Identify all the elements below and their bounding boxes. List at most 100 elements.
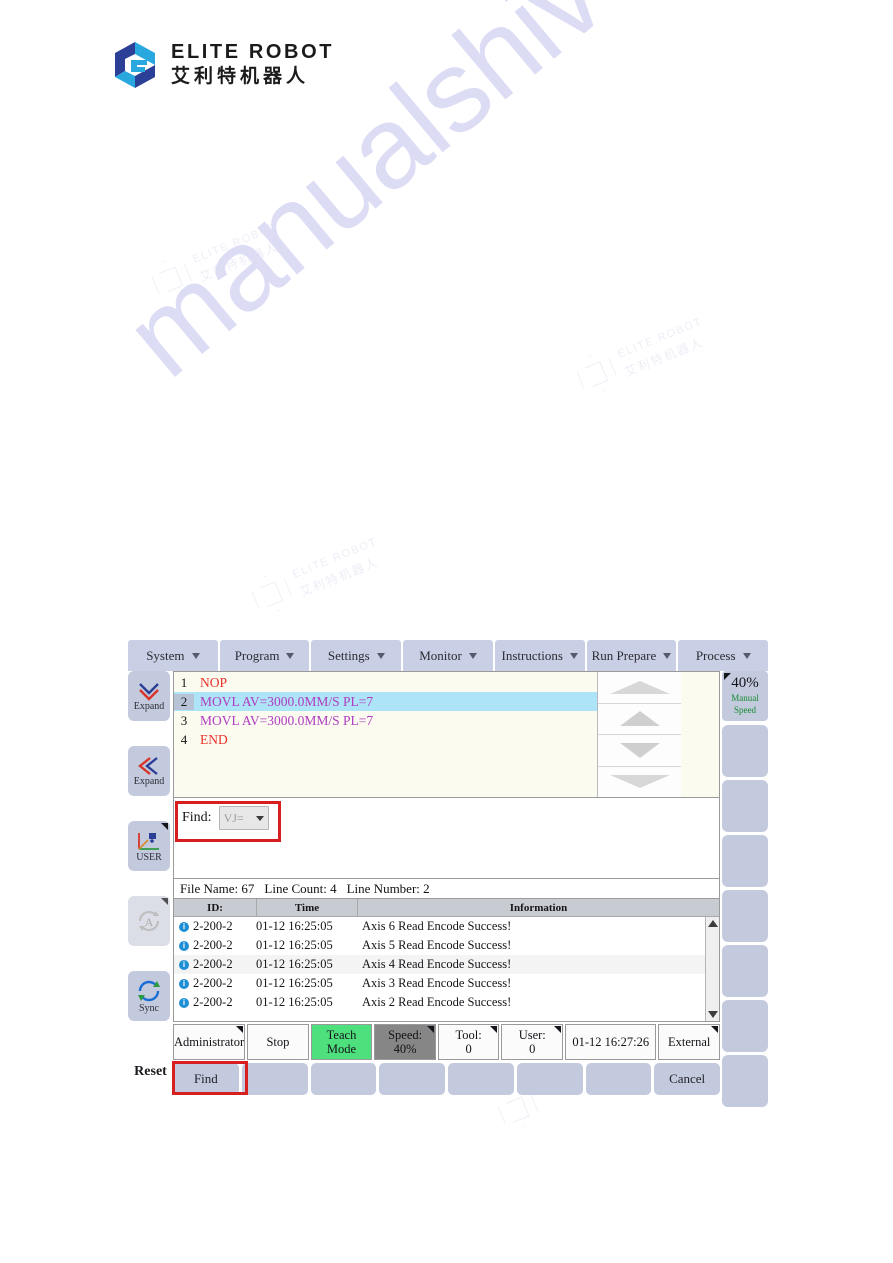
status-teach-mode-line2: Mode xyxy=(326,1042,357,1056)
status-tool[interactable]: Tool: 0 xyxy=(437,1024,500,1060)
program-line-selected[interactable]: 2 MOVL AV=3000.0MM/S PL=7 xyxy=(174,692,597,711)
status-external[interactable]: External xyxy=(658,1024,720,1060)
table-row[interactable]: i 2-200-2 01-12 16:25:05 Axis 4 Read Enco… xyxy=(174,955,705,974)
log-table: ID: Time Information i 2-200-2 01-12 16:2… xyxy=(173,899,720,1022)
info-icon: i xyxy=(179,940,189,951)
right-sidebar-button-5[interactable] xyxy=(722,945,768,997)
corner-marker-icon xyxy=(161,823,168,830)
program-line[interactable]: 1 NOP xyxy=(174,673,597,692)
status-speed[interactable]: Speed: 40% xyxy=(374,1024,436,1060)
program-line-code: END xyxy=(200,731,228,747)
status-speed-value: 40% xyxy=(393,1042,417,1056)
scrollbar-up-icon[interactable] xyxy=(707,920,718,927)
menu-settings[interactable]: Settings xyxy=(311,640,402,671)
log-col-information: Information xyxy=(509,901,568,914)
menu-instructions[interactable]: Instructions xyxy=(494,640,585,671)
info-icon: i xyxy=(179,978,189,989)
scrollbar-down-icon[interactable] xyxy=(707,1011,718,1018)
find-panel: Find: VJ= xyxy=(173,798,720,879)
program-lines: 1 NOP 2 MOVL AV=3000.0MM/S PL=7 3 MOVL A… xyxy=(174,672,597,797)
function-key-5[interactable] xyxy=(448,1063,514,1095)
svg-text:A: A xyxy=(145,915,154,929)
log-table-header: ID: Time Information xyxy=(174,899,719,917)
function-key-find[interactable]: Find xyxy=(173,1063,239,1095)
program-list[interactable]: 1 NOP 2 MOVL AV=3000.0MM/S PL=7 3 MOVL A… xyxy=(173,671,720,798)
scroll-page-down-button[interactable] xyxy=(598,766,681,797)
sidebar-item-expand-down[interactable]: Expand xyxy=(128,671,170,721)
manual-speed-indicator[interactable]: 40% Manual Speed xyxy=(722,671,768,721)
menu-system[interactable]: System xyxy=(128,640,218,671)
watermark-logo-en: ELITE ROBOT xyxy=(291,535,380,581)
sidebar-label-expand-left: Expand xyxy=(133,775,165,787)
function-key-6[interactable] xyxy=(516,1063,583,1095)
function-key-cancel[interactable]: Cancel xyxy=(654,1063,720,1095)
table-row[interactable]: i 2-200-2 01-12 16:25:05 Axis 6 Read Enco… xyxy=(174,917,705,936)
corner-marker-icon xyxy=(724,673,731,680)
program-line-number: 1 xyxy=(180,674,188,690)
status-run-state[interactable]: Stop xyxy=(247,1024,309,1060)
sidebar-label-user: USER xyxy=(136,851,162,863)
right-sidebar-button-4[interactable] xyxy=(722,890,768,942)
status-teach-mode[interactable]: Teach Mode xyxy=(310,1024,373,1060)
info-icon: i xyxy=(179,997,189,1008)
file-name-label: File Name: 67 xyxy=(180,880,255,896)
right-sidebar-button-6[interactable] xyxy=(722,1000,768,1052)
status-user-frame[interactable]: User: 0 xyxy=(501,1024,564,1060)
log-id: 2-200-2 xyxy=(193,995,233,1009)
elite-robot-logo-icon xyxy=(113,40,158,90)
menu-run-prepare-label: Run Prepare xyxy=(591,647,657,663)
status-datetime: 01-12 16:27:26 xyxy=(565,1024,657,1060)
program-line-number: 3 xyxy=(180,712,188,728)
log-time: 01-12 16:25:05 xyxy=(256,976,333,990)
table-row[interactable]: i 2-200-2 01-12 16:25:05 Axis 5 Read Enco… xyxy=(174,936,705,955)
log-time: 01-12 16:25:05 xyxy=(256,938,333,952)
brand-mark-icon xyxy=(573,349,621,398)
function-key-2[interactable] xyxy=(241,1063,308,1095)
program-line[interactable]: 4 END xyxy=(174,730,597,749)
line-number-label: Line Number: 2 xyxy=(346,880,430,896)
right-sidebar-button-1[interactable] xyxy=(722,725,768,777)
status-bar: Administrator Stop Teach Mode Speed: 40%… xyxy=(173,1024,720,1060)
status-speed-label: Speed: xyxy=(388,1027,423,1042)
menu-program[interactable]: Program xyxy=(219,640,310,671)
scroll-down-button[interactable] xyxy=(598,735,681,767)
log-scrollbar[interactable] xyxy=(705,917,719,1021)
scroll-page-up-button[interactable] xyxy=(598,672,681,704)
function-key-3[interactable] xyxy=(310,1063,377,1095)
brand-mark-icon xyxy=(248,569,296,618)
scroll-up-button[interactable] xyxy=(598,703,681,735)
logo-watermark-lower: ELITE ROBOT 艾利特机器人 xyxy=(247,531,387,619)
program-line[interactable]: 3 MOVL AV=3000.0MM/S PL=7 xyxy=(174,711,597,730)
right-sidebar-button-2[interactable] xyxy=(722,780,768,832)
log-id: 2-200-2 xyxy=(193,976,233,990)
log-time: 01-12 16:25:05 xyxy=(256,957,333,971)
sidebar-item-auto-mode[interactable]: A xyxy=(128,896,170,946)
screen-body: Expand Expand USER A Sync Reset 1 NOP 2 … xyxy=(128,671,768,1118)
log-rows: i 2-200-2 01-12 16:25:05 Axis 6 Read Enco… xyxy=(174,917,705,1021)
chevron-down-icon xyxy=(663,652,672,659)
brand-name-cn: 艾利特机器人 xyxy=(171,66,310,88)
status-user-role[interactable]: Administrator xyxy=(173,1024,246,1060)
right-sidebar-button-7[interactable] xyxy=(722,1055,768,1107)
double-arrow-down-icon xyxy=(609,775,670,789)
right-sidebar-button-3[interactable] xyxy=(722,835,768,887)
menu-process[interactable]: Process xyxy=(678,640,769,671)
function-key-find-label: Find xyxy=(193,1071,218,1086)
log-info: Axis 5 Read Encode Success! xyxy=(362,938,512,952)
sidebar-item-expand-left[interactable]: Expand xyxy=(128,746,170,796)
program-line-number: 4 xyxy=(180,731,188,747)
log-info: Axis 6 Read Encode Success! xyxy=(362,919,512,933)
manual-speed-percent: 40% xyxy=(731,675,759,692)
table-row[interactable]: i 2-200-2 01-12 16:25:05 Axis 2 Read Enco… xyxy=(174,993,705,1012)
sidebar-item-user-frame[interactable]: USER xyxy=(128,821,170,871)
function-key-7[interactable] xyxy=(585,1063,652,1095)
sidebar-item-reset[interactable]: Reset xyxy=(128,1050,173,1094)
menu-run-prepare[interactable]: Run Prepare xyxy=(586,640,677,671)
log-id: 2-200-2 xyxy=(193,938,233,952)
sidebar-item-sync[interactable]: Sync xyxy=(128,971,170,1021)
table-row[interactable]: i 2-200-2 01-12 16:25:05 Axis 3 Read Enco… xyxy=(174,974,705,993)
status-external-label: External xyxy=(668,1034,711,1049)
function-key-4[interactable] xyxy=(379,1063,445,1095)
menu-monitor[interactable]: Monitor xyxy=(403,640,493,671)
program-line-code: NOP xyxy=(200,674,228,690)
